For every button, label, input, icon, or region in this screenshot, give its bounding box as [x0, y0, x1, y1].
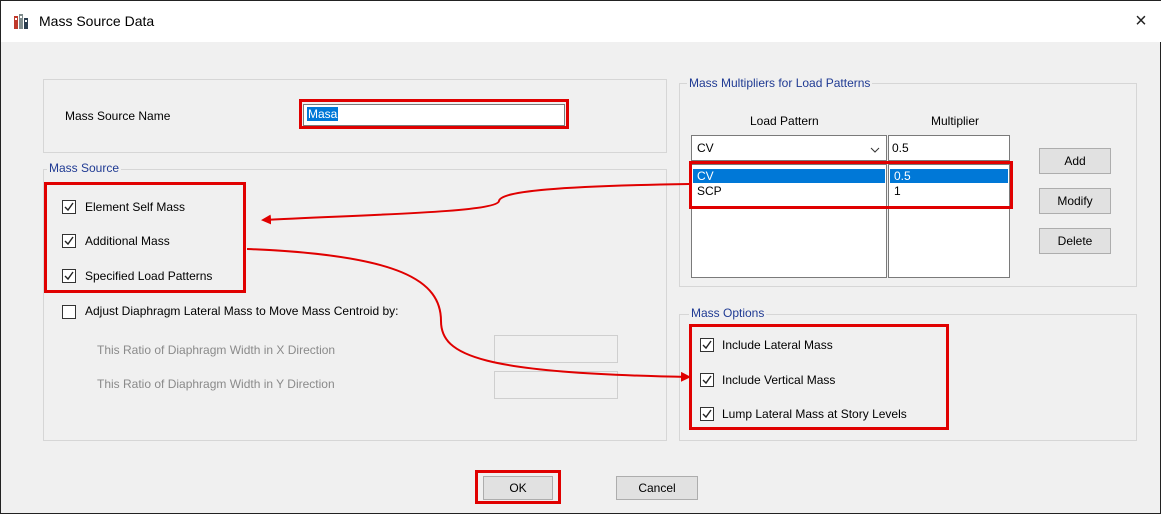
arrow-patterns-to-self-mass — [261, 183, 690, 225]
cancel-button[interactable]: Cancel — [616, 476, 698, 500]
cancel-label: Cancel — [638, 481, 676, 495]
ok-label: OK — [509, 481, 527, 495]
mass-source-dialog: Mass Source Data × Mass Source Name Masa… — [0, 0, 1161, 514]
arrow-additional-to-vertical — [246, 248, 691, 382]
ok-button[interactable]: OK — [483, 476, 553, 500]
annotation-arrows — [246, 183, 691, 382]
